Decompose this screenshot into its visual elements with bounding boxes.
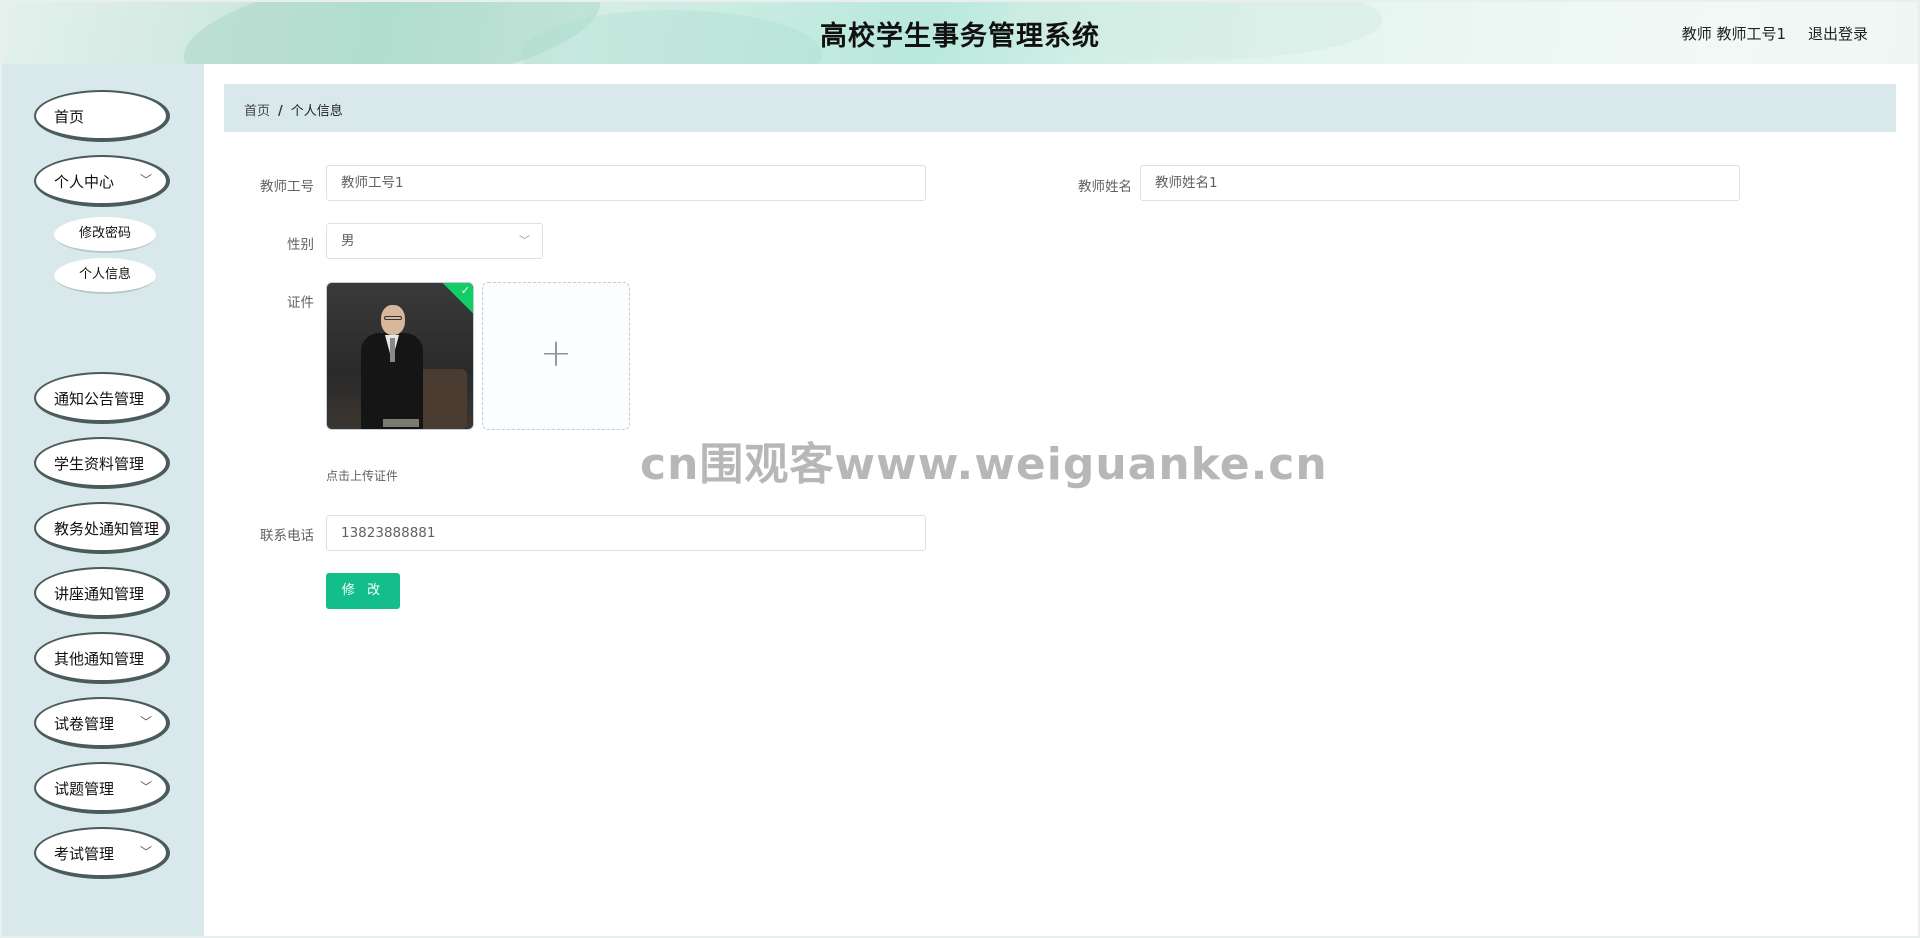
gender-select[interactable]: 男 ﹀	[326, 223, 543, 259]
teacher-id-label: 教师工号	[260, 179, 314, 195]
app-header: 高校学生事务管理系统 教师 教师工号1 退出登录	[2, 0, 1918, 64]
sidebar-item-academic-notice[interactable]: 教务处通知管理	[34, 502, 170, 554]
chevron-down-icon: ﹀	[139, 173, 152, 187]
sidebar-item-label: 讲座通知管理	[54, 585, 145, 603]
sidebar: 首页 个人中心 ﹀ 修改密码 个人信息 通知公告管理 学生资料管理 教务处通知管…	[2, 64, 204, 936]
breadcrumb-current: 个人信息	[290, 104, 343, 119]
teacher-name-input[interactable]: 教师姓名1	[1140, 165, 1740, 201]
certificate-label: 证件	[287, 295, 314, 311]
teacher-name-label: 教师姓名	[1078, 179, 1132, 195]
chevron-down-icon: ﹀	[139, 845, 152, 859]
sidebar-item-label: 首页	[54, 108, 85, 126]
sidebar-item-home[interactable]: 首页	[34, 90, 170, 142]
sidebar-item-question-bank[interactable]: 试题管理 ﹀	[34, 762, 170, 814]
teacher-id-input[interactable]: 教师工号1	[326, 165, 926, 201]
sidebar-item-notice-management[interactable]: 通知公告管理	[34, 372, 170, 424]
gender-label: 性别	[287, 237, 314, 253]
user-info: 教师 教师工号1	[1681, 25, 1786, 43]
main-content: 首页 / 个人信息 教师工号 教师工号1 教师姓名 教师姓名1 性别 男 ﹀ 证件 …	[204, 64, 1918, 936]
check-icon: ✓	[460, 284, 470, 297]
upload-button[interactable]: +	[482, 282, 630, 430]
sidebar-item-exam-paper[interactable]: 试卷管理 ﹀	[34, 697, 170, 749]
breadcrumb-home[interactable]: 首页	[244, 104, 270, 119]
breadcrumb: 首页 / 个人信息	[224, 84, 1896, 132]
plus-icon: +	[540, 331, 572, 375]
sidebar-item-personal-center[interactable]: 个人中心 ﹀	[34, 155, 170, 207]
watermark: cn围观客www.weiguanke.cn	[640, 439, 1328, 490]
sidebar-item-label: 试题管理	[54, 780, 115, 798]
sidebar-item-label: 考试管理	[54, 845, 115, 863]
sidebar-item-label: 教务处通知管理	[54, 520, 160, 538]
sidebar-item-label: 试卷管理	[54, 715, 115, 733]
breadcrumb-separator: /	[278, 104, 283, 119]
chevron-down-icon: ﹀	[139, 715, 152, 729]
upload-hint: 点击上传证件	[326, 469, 399, 483]
certificate-photo[interactable]: ✓	[326, 282, 474, 430]
sidebar-item-student-records[interactable]: 学生资料管理	[34, 437, 170, 489]
sidebar-item-lecture-notice[interactable]: 讲座通知管理	[34, 567, 170, 619]
phone-input[interactable]: 13823888881	[326, 515, 926, 551]
sidebar-subitem-change-password[interactable]: 修改密码	[54, 217, 156, 253]
chevron-down-icon: ﹀	[139, 780, 152, 794]
sidebar-item-exam-management[interactable]: 考试管理 ﹀	[34, 827, 170, 879]
sidebar-item-label: 通知公告管理	[54, 390, 145, 408]
chevron-down-icon: ﹀	[519, 234, 530, 247]
phone-label: 联系电话	[260, 528, 314, 544]
sidebar-item-label: 其他通知管理	[54, 650, 145, 668]
sidebar-subitem-personal-info[interactable]: 个人信息	[54, 258, 156, 294]
sidebar-item-other-notice[interactable]: 其他通知管理	[34, 632, 170, 684]
app-title: 高校学生事务管理系统	[820, 21, 1100, 52]
sidebar-item-label: 学生资料管理	[54, 455, 145, 473]
submit-button[interactable]: 修 改	[326, 573, 400, 609]
gender-select-value: 男	[341, 233, 355, 249]
logout-button[interactable]: 退出登录	[1808, 23, 1868, 44]
sidebar-item-label: 个人中心	[54, 173, 115, 191]
